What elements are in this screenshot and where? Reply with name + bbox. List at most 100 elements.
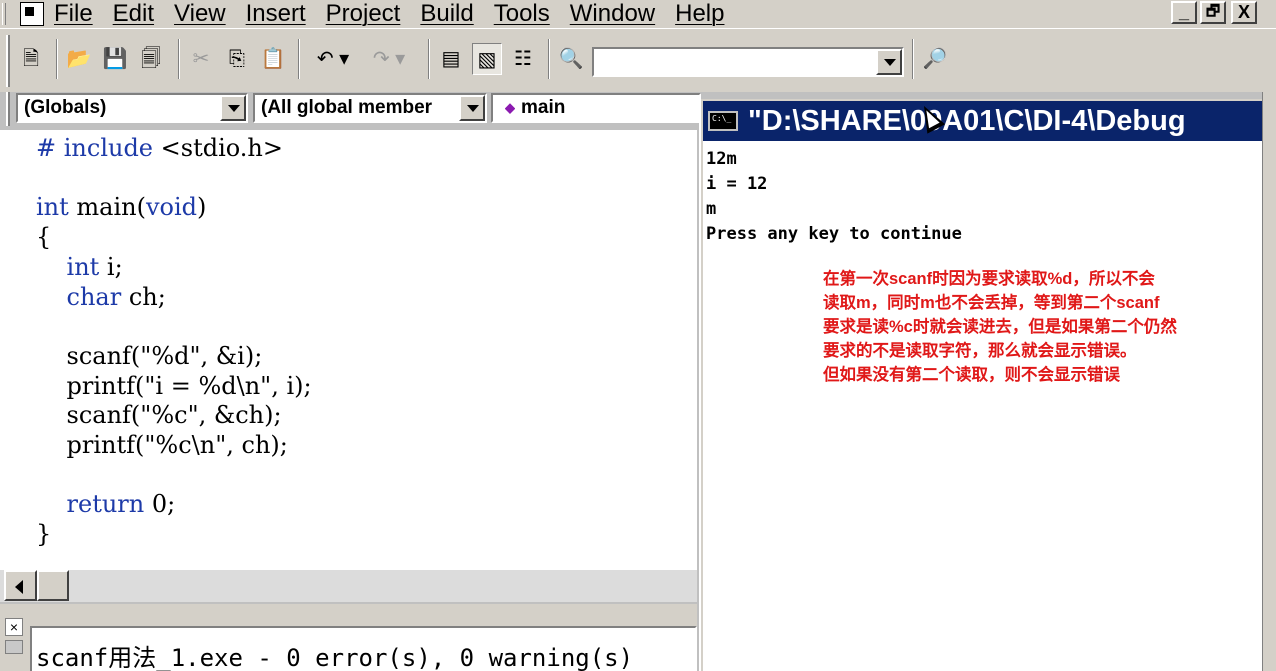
menubar-grip[interactable]	[2, 3, 6, 25]
scope-value: (Globals)	[24, 97, 107, 118]
chevron-down-icon[interactable]	[876, 49, 902, 75]
console-line: i = 12	[706, 174, 768, 194]
output-window-icon[interactable]: ▧	[472, 43, 502, 75]
code-line: printf("%c\n", ch);	[36, 431, 697, 461]
code-line: char ch;	[36, 283, 697, 313]
menu-tools[interactable]: Tools	[494, 0, 550, 28]
chevron-down-icon[interactable]	[220, 95, 246, 121]
code-line: {	[36, 223, 697, 253]
window-list-icon[interactable]: ☷	[508, 43, 538, 75]
close-icon[interactable]: ×	[5, 618, 23, 636]
close-button[interactable]: X	[1231, 1, 1257, 24]
scrollbar-thumb[interactable]	[37, 570, 69, 601]
find-combo[interactable]	[592, 47, 904, 77]
menu-project[interactable]: Project	[326, 0, 401, 28]
code-keyword: void	[145, 193, 198, 222]
wizardbar-grip[interactable]	[6, 92, 10, 126]
toolbar-separator	[428, 39, 430, 79]
cut-icon[interactable]: ✂	[186, 43, 216, 75]
workspace-icon[interactable]: ▤	[436, 43, 466, 75]
save-all-icon[interactable]: 🗐	[136, 43, 166, 75]
toolbar: 🗎 📂 💾 🗐 ✂ ⎘ 📋 ↶ ▾ ↷ ▾ ▤ ▧ ☷ 🔍 🔎	[0, 28, 1276, 92]
toolbar-separator	[548, 39, 550, 79]
restore-button[interactable]: 🗗	[1200, 1, 1226, 24]
code-token: printf("%c\n", ch);	[36, 431, 288, 460]
annotation-line: 在第一次scanf时因为要求读取%d，所以不会	[823, 270, 1155, 288]
console-window[interactable]: "D:\SHARE\09A01\C\DI-4\Debug 12m i = 12 mP…	[699, 99, 1262, 671]
code-editor[interactable]: # include <stdio.h> int main(void) { int …	[0, 130, 697, 570]
code-keyword: int	[36, 193, 69, 222]
console-icon[interactable]	[708, 111, 738, 131]
code-line: int main(void)	[36, 193, 697, 223]
menu-view[interactable]: View	[174, 0, 226, 28]
scroll-left-icon[interactable]	[4, 570, 37, 601]
code-token: i;	[99, 252, 123, 281]
code-token: printf("i = %d\n", i);	[36, 371, 312, 400]
save-icon[interactable]: 💾	[100, 43, 130, 75]
code-keyword: return	[66, 490, 145, 519]
paste-icon[interactable]: 📋	[258, 43, 288, 75]
function-combo[interactable]: ◆ main	[491, 93, 701, 123]
code-token: {	[36, 223, 52, 252]
menu-insert[interactable]: Insert	[246, 0, 306, 28]
toolbar-grip[interactable]	[6, 35, 10, 87]
code-keyword: int	[66, 252, 100, 281]
code-line: return 0;	[36, 490, 697, 520]
code-line: scanf("%c", &ch);	[36, 401, 697, 431]
menu-build[interactable]: Build	[420, 0, 473, 28]
console-titlebar[interactable]: "D:\SHARE\09A01\C\DI-4\Debug	[703, 101, 1262, 141]
members-combo[interactable]: (All global member	[253, 93, 487, 123]
code-token: )	[197, 193, 207, 222]
function-value: main	[521, 97, 566, 118]
console-title: "D:\SHARE\09A01\C\DI-4\Debug	[748, 105, 1186, 137]
code-keyword: char	[66, 282, 122, 311]
menu-window[interactable]: Window	[570, 0, 655, 28]
find-in-files-icon[interactable]: 🔍	[556, 43, 586, 75]
annotation-line: 要求是读%c时就会读进去，但是如果第二个仍然	[823, 318, 1177, 336]
code-token: main(	[68, 193, 146, 222]
console-line: m	[706, 199, 717, 219]
menu-help[interactable]: Help	[675, 0, 724, 28]
code-line: }	[36, 520, 697, 550]
code-line: printf("i = %d\n", i);	[36, 372, 697, 402]
horizontal-scrollbar[interactable]	[0, 570, 697, 602]
pane-toggle-icon[interactable]	[5, 640, 23, 654]
build-output[interactable]: scanf用法_1.exe - 0 error(s), 0 warning(s)	[30, 626, 697, 671]
copy-icon[interactable]: ⎘	[222, 43, 252, 75]
annotation-text: 在第一次scanf时因为要求读取%d，所以不会 读取m，同时m也不会丢掉，等到第二…	[823, 267, 1233, 387]
members-value: (All global member	[261, 97, 433, 118]
right-edge	[1262, 92, 1276, 671]
code-token: scanf("%c", &ch);	[36, 401, 282, 430]
redo-icon[interactable]: ↷ ▾	[362, 43, 416, 75]
toolbar-separator	[298, 39, 300, 79]
menu-edit[interactable]: Edit	[113, 0, 154, 28]
chevron-down-icon[interactable]	[459, 95, 485, 121]
minimize-button[interactable]: _	[1171, 1, 1197, 24]
console-line: Press any key to continue	[706, 224, 962, 244]
console-screen[interactable]: 12m i = 12 m Press any key to continue 在第一次…	[703, 141, 1262, 671]
diamond-icon: ◆	[505, 100, 515, 115]
menu-file[interactable]: File	[54, 0, 93, 28]
undo-icon[interactable]: ↶ ▾	[306, 43, 360, 75]
annotation-line: 要求的不是读取字符，那么就会显示错误。	[823, 342, 1137, 360]
menubar: File Edit View Insert Project Build Tools Windo…	[0, 0, 1276, 28]
scope-combo[interactable]: (Globals)	[16, 93, 248, 123]
code-token: <stdio.h>	[160, 134, 283, 162]
code-token: 0;	[144, 490, 176, 519]
build-result-text: scanf用法_1.exe - 0 error(s), 0 warning(s)	[36, 644, 634, 671]
find-icon[interactable]: 🔎	[920, 43, 950, 75]
document-icon[interactable]	[20, 2, 44, 26]
output-pane: × scanf用法_1.exe - 0 error(s), 0 warning(…	[0, 604, 697, 671]
open-folder-icon[interactable]: 📂	[64, 43, 94, 75]
code-token: scanf("%d", &i);	[36, 341, 263, 370]
annotation-line: 读取m，同时m也不会丢掉，等到第二个scanf	[823, 294, 1160, 312]
code-keyword: # include	[36, 134, 161, 162]
code-line: # include <stdio.h>	[36, 134, 697, 164]
new-file-icon[interactable]: 🗎	[16, 43, 46, 75]
